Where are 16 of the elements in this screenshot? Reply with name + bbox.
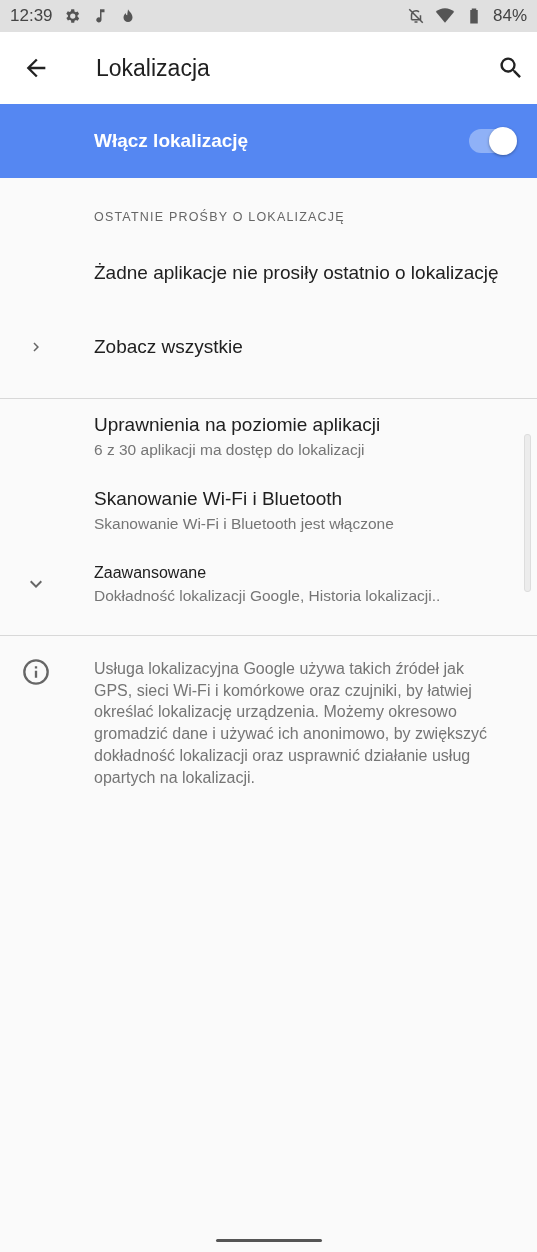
status-time: 12:39 bbox=[10, 6, 53, 26]
switch-label: Włącz lokalizację bbox=[94, 130, 250, 152]
setting-title[interactable]: Uprawnienia na poziomie aplikacji bbox=[94, 412, 513, 438]
page-title: Lokalizacja bbox=[96, 54, 211, 82]
setting-title[interactable]: Zaawansowane bbox=[94, 562, 513, 584]
setting-title[interactable]: Skanowanie Wi-Fi i Bluetooth bbox=[94, 486, 513, 512]
setting-summary: 6 z 30 aplikacji ma dostęp do lokalizacji bbox=[94, 441, 366, 460]
section-header: OSTATNIE PROŚBY O LOKALIZACJĘ bbox=[93, 208, 346, 226]
bell-off-icon bbox=[406, 7, 425, 25]
info-text: Usługa lokalizacyjna Google używa takich źródeł jak GPS, sieci Wi-Fi i komórkowe oraz czujniki, by łatwiej określać lokalizację urządzenia. Możemy okresowo gromadzić dane i używać ich anonimowo, by zwiększyć dokładność lokalizacji oraz usprawnić działanie usług opartych na lokalizacji. bbox=[94, 659, 489, 788]
setting-summary: Skanowanie Wi-Fi i Bluetooth jest włączone bbox=[94, 515, 395, 534]
setting-title[interactable]: Zobacz wszystkie bbox=[94, 334, 513, 360]
info-icon bbox=[22, 658, 50, 686]
setting-title: Żadne aplikacje nie prosiły ostatnio o lokalizację bbox=[94, 260, 500, 285]
setting-summary: Dokładność lokalizacji Google, Historia lokalizacji.. bbox=[94, 587, 442, 606]
battery-percent: 84% bbox=[492, 6, 527, 26]
